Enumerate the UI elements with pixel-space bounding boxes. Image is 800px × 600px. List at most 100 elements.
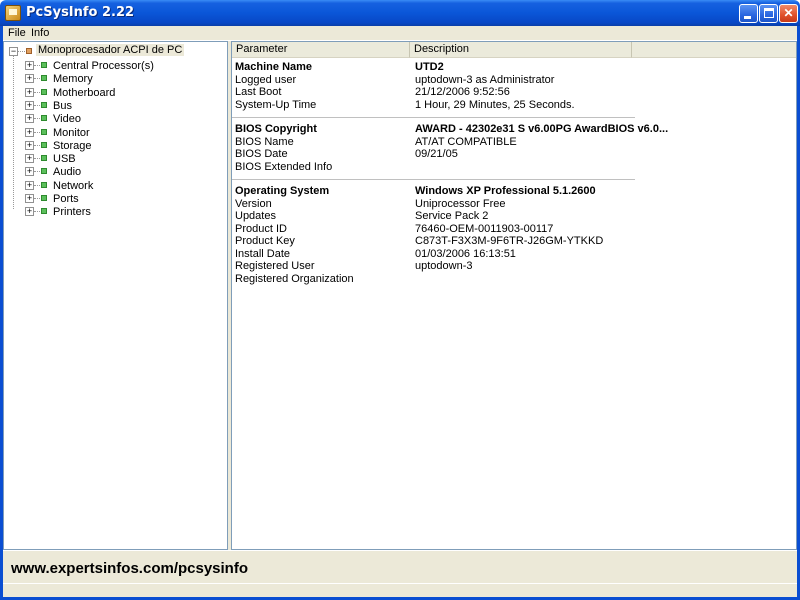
menu-bar: File Info	[0, 26, 800, 40]
computer-icon	[26, 48, 32, 54]
group-separator	[232, 117, 635, 118]
tree-connector	[34, 104, 40, 106]
status-bar	[3, 583, 797, 597]
description-cell[interactable]: uptodown-3	[415, 260, 473, 272]
tree-connector	[34, 131, 40, 133]
column-header-description[interactable]: Description	[410, 42, 632, 58]
description-cell[interactable]: uptodown-3 as Administrator	[415, 74, 554, 86]
parameter-cell[interactable]: Registered User	[235, 260, 314, 272]
device-node-icon	[41, 115, 47, 122]
parameter-cell[interactable]: Updates	[235, 210, 276, 222]
menu-info[interactable]: Info	[31, 27, 49, 39]
parameter-cell[interactable]: Operating System	[235, 185, 329, 197]
parameter-cell[interactable]: BIOS Date	[235, 148, 288, 160]
parameter-cell[interactable]: Registered Organization	[235, 273, 354, 285]
tree-item-label[interactable]: Memory	[53, 73, 93, 85]
tree-expander[interactable]: +	[25, 167, 34, 177]
tree-expander[interactable]: +	[25, 100, 34, 110]
tree-connector	[34, 211, 40, 213]
maximize-button[interactable]	[759, 4, 778, 23]
minimize-button[interactable]	[739, 4, 758, 23]
tree-item-label[interactable]: Network	[53, 180, 93, 192]
tree-item-label[interactable]: Audio	[53, 166, 81, 178]
description-cell[interactable]: AWARD - 42302e31 S v6.00PG AwardBIOS v6.…	[415, 123, 668, 135]
parameter-cell[interactable]: Last Boot	[235, 86, 281, 98]
device-node-icon	[41, 88, 47, 95]
title-bar[interactable]: PcSysInfo 2.22 ✕	[0, 0, 800, 26]
tree-connector	[34, 171, 40, 173]
tree-item-label[interactable]: Storage	[53, 140, 92, 152]
tree-item-label[interactable]: Video	[53, 113, 81, 125]
tree-connector	[34, 78, 40, 80]
column-header-filler	[632, 42, 796, 58]
description-cell[interactable]: 1 Hour, 29 Minutes, 25 Seconds.	[415, 99, 575, 111]
device-node-icon	[41, 208, 47, 215]
device-node-icon	[41, 75, 47, 82]
description-cell[interactable]: 21/12/2006 9:52:56	[415, 86, 510, 98]
device-node-icon	[41, 195, 47, 201]
tree-item-label[interactable]: Ports	[53, 193, 79, 205]
description-cell[interactable]: Uniprocessor Free	[415, 198, 505, 210]
device-node-icon	[41, 181, 47, 188]
description-cell[interactable]: Windows XP Professional 5.1.2600	[415, 185, 596, 197]
tree-root-label[interactable]: Monoprocesador ACPI de PC	[36, 44, 185, 56]
tree-expander[interactable]: +	[25, 140, 34, 150]
parameter-cell[interactable]: BIOS Extended Info	[235, 161, 332, 173]
description-cell[interactable]: AT/AT COMPATIBLE	[415, 136, 517, 148]
tree-connector	[34, 158, 40, 160]
tree-expander[interactable]: +	[25, 61, 34, 70]
tree-expander[interactable]: +	[25, 207, 34, 217]
tree-item-label[interactable]: Bus	[53, 100, 72, 112]
parameter-cell[interactable]: Machine Name	[235, 61, 312, 73]
tree-expander[interactable]: +	[25, 194, 34, 203]
tree-root-expander[interactable]: −	[9, 47, 18, 56]
maximize-icon	[764, 8, 774, 18]
tree-item-label[interactable]: Printers	[53, 206, 91, 218]
tree-expander[interactable]: +	[25, 87, 34, 97]
tree-item-label[interactable]: Central Processor(s)	[53, 60, 154, 72]
tree-connector	[34, 118, 40, 120]
tree-item-label[interactable]: Motherboard	[53, 87, 115, 99]
parameter-cell[interactable]: Product Key	[235, 235, 295, 247]
tree-connector	[34, 198, 40, 199]
tree-connector	[13, 56, 14, 209]
description-cell[interactable]: UTD2	[415, 61, 444, 73]
parameter-cell[interactable]: Version	[235, 198, 272, 210]
app-icon[interactable]	[5, 5, 21, 21]
device-node-icon	[41, 62, 47, 68]
tree-expander[interactable]: +	[25, 154, 34, 164]
tree-connector	[18, 51, 25, 52]
tree-connector	[34, 91, 40, 93]
parameter-cell[interactable]: BIOS Copyright	[235, 123, 317, 135]
device-tree[interactable]: − Monoprocesador ACPI de PC + Central Pro…	[3, 41, 228, 550]
tree-item-label[interactable]: Monitor	[53, 127, 90, 139]
description-cell[interactable]: 01/03/2006 16:13:51	[415, 248, 516, 260]
window-title: PcSysInfo 2.22	[26, 5, 135, 20]
parameter-cell[interactable]: Install Date	[235, 248, 290, 260]
close-button[interactable]: ✕	[779, 4, 798, 23]
banner-url[interactable]: www.expertsinfos.com/pcsysinfo	[11, 560, 248, 577]
device-node-icon	[41, 128, 47, 135]
column-header-parameter[interactable]: Parameter	[232, 42, 410, 58]
tree-expander[interactable]: +	[25, 114, 34, 124]
description-cell[interactable]: Service Pack 2	[415, 210, 488, 222]
tree-expander[interactable]: +	[25, 180, 34, 190]
tree-expander[interactable]: +	[25, 127, 34, 137]
tree-expander[interactable]: +	[25, 74, 34, 84]
parameter-cell[interactable]: Logged user	[235, 74, 296, 86]
parameter-cell[interactable]: Product ID	[235, 223, 287, 235]
parameter-cell[interactable]: System-Up Time	[235, 99, 316, 111]
bottom-banner: www.expertsinfos.com/pcsysinfo	[3, 551, 797, 583]
window-frame-left	[0, 26, 3, 600]
description-cell[interactable]: 76460-OEM-0011903-00117	[415, 223, 553, 235]
parameter-cell[interactable]: BIOS Name	[235, 136, 294, 148]
tree-connector	[34, 184, 40, 186]
info-list[interactable]: Parameter Description Machine Name UTD2 Lo…	[231, 41, 797, 550]
device-node-icon	[41, 141, 47, 148]
description-cell[interactable]: C873T-F3X3M-9F6TR-J26GM-YTKKD	[415, 235, 603, 247]
device-node-icon	[41, 168, 47, 175]
description-cell[interactable]: 09/21/05	[415, 148, 458, 160]
tree-item-label[interactable]: USB	[53, 153, 76, 165]
device-node-icon	[41, 155, 47, 162]
menu-file[interactable]: File	[8, 27, 26, 39]
